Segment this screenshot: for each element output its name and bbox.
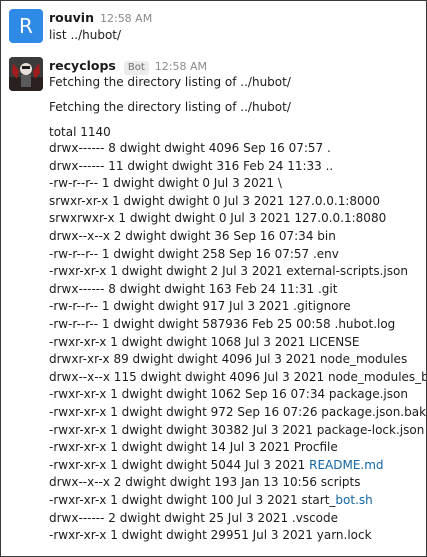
status-line: Fetching the directory listing of ../hub… [49,75,291,89]
listing-row-text: -rw-r--r-- 1 dwight dwight 0 Jul 3 2021 … [49,176,282,190]
bot-author-name[interactable]: recyclops [49,58,116,73]
listing-row: -rwxr-xr-x 1 dwight dwight 1062 Sep 16 0… [49,386,408,402]
listing-row: drwx------ 8 dwight dwight 163 Feb 24 11… [49,281,337,297]
listing-row: -rwxr-xr-x 1 dwight dwight 100 Jul 3 202… [49,492,373,508]
listing-row-text: drwx------ 8 dwight dwight 163 Feb 24 11… [49,282,338,296]
listing-row: drwx--x--x 2 dwight dwight 193 Jan 13 10… [49,474,360,490]
listing-row: -rw-r--r-- 1 dwight dwight 917 Jul 3 202… [49,298,351,314]
listing-row-text: -rwxr-xr-x 1 dwight dwight 2 Jul 3 2021 … [49,264,408,278]
listing-row: -rw-r--r-- 1 dwight dwight 587936 Feb 25… [49,316,395,332]
bot-timestamp[interactable]: 12:58 AM [155,60,207,73]
listing-row-text: -rwxr-xr-x 1 dwight dwight 30382 Jul 3 2… [49,423,425,437]
listing-row: -rwxr-xr-x 1 dwight dwight 29951 Jul 3 2… [49,527,372,543]
listing-row-text: drwx--x--x 2 dwight dwight 193 Jan 13 10… [49,475,361,489]
listing-row-text: srwxr-xr-x 1 dwight dwight 0 Jul 3 2021 … [49,194,380,208]
listing-row: -rw-r--r-- 1 dwight dwight 0 Jul 3 2021 … [49,175,282,191]
listing-row: drwxr-xr-x 89 dwight dwight 4096 Jul 3 2… [49,351,407,367]
listing-row-text: -rwxr-xr-x 1 dwight dwight 1062 Sep 16 0… [49,387,408,401]
listing-row-text: drwx------ 11 dwight dwight 316 Feb 24 1… [49,159,334,173]
listing-row: drwx------ 2 dwight dwight 25 Jul 3 2021… [49,510,338,526]
listing-row: srwxr-xr-x 1 dwight dwight 0 Jul 3 2021 … [49,193,380,209]
listing-row-text: -rwxr-xr-x 1 dwight dwight 972 Sep 16 07… [49,405,427,419]
listing-row: -rwxr-xr-x 1 dwight dwight 972 Sep 16 07… [49,404,426,420]
listing-row-text: drwx------ 2 dwight dwight 25 Jul 3 2021… [49,511,339,525]
user-avatar[interactable]: R [9,9,43,43]
listing-row-text: -rw-r--r-- 1 dwight dwight 587936 Feb 25… [49,317,396,331]
listing-row-text: -rwxr-xr-x 1 dwight dwight 14 Jul 3 2021… [49,440,338,454]
bot-avatar-image [9,57,43,91]
listing-row-text: -rwxr-xr-x 1 dwight dwight 1068 Jul 3 20… [49,335,360,349]
listing-row: -rwxr-xr-x 1 dwight dwight 14 Jul 3 2021… [49,439,338,455]
message-text: list ../hubot/ [49,28,122,42]
listing-row-text: -rwxr-xr-x 1 dwight dwight 100 Jul 3 202… [49,493,336,507]
bot-avatar[interactable] [9,57,43,91]
bot-badge: Bot [123,61,149,75]
listing-row-text: -rwxr-xr-x 1 dwight dwight 29951 Jul 3 2… [49,528,372,542]
listing-row: -rwxr-xr-x 1 dwight dwight 30382 Jul 3 2… [49,422,424,438]
avatar-letter: R [19,14,33,38]
listing-row-text: -rw-r--r-- 1 dwight dwight 258 Sep 16 07… [49,247,339,261]
listing-row: -rwxr-xr-x 1 dwight dwight 5044 Jul 3 20… [49,457,384,473]
listing-row-text: -rwxr-xr-x 1 dwight dwight 5044 Jul 3 20… [49,458,310,472]
listing-row: drwx--x--x 115 dwight dwight 4096 Jul 3 … [49,369,427,385]
listing-row: -rwxr-xr-x 1 dwight dwight 1068 Jul 3 20… [49,334,359,350]
message-header: rouvin 12:58 AM [49,10,152,28]
listing-row-text: drwx--x--x 115 dwight dwight 4096 Jul 3 … [49,370,427,384]
file-link[interactable]: README.md [309,458,383,472]
listing-row: drwx--x--x 2 dwight dwight 36 Sep 16 07:… [49,228,336,244]
chat-window: R rouvin 12:58 AM list ../hubot/ recyclo… [0,0,427,557]
listing-row: drwx------ 8 dwight dwight 4096 Sep 16 0… [49,140,331,156]
listing-row: -rw-r--r-- 1 dwight dwight 258 Sep 16 07… [49,246,339,262]
listing-row: drwx------ 11 dwight dwight 316 Feb 24 1… [49,158,333,174]
listing-row-text: -rw-r--r-- 1 dwight dwight 917 Jul 3 202… [49,299,351,313]
listing-row-text: drwx------ 8 dwight dwight 4096 Sep 16 0… [49,141,331,155]
listing-total: total 1140 [49,125,111,139]
author-name[interactable]: rouvin [49,10,94,25]
listing-row-text: drwx--x--x 2 dwight dwight 36 Sep 16 07:… [49,229,336,243]
status-line: Fetching the directory listing of ../hub… [49,100,291,114]
listing-row-text: drwxr-xr-x 89 dwight dwight 4096 Jul 3 2… [49,352,408,366]
listing-row-text: srwxrwxr-x 1 dwight dwight 0 Jul 3 2021 … [49,211,387,225]
listing-row: srwxrwxr-x 1 dwight dwight 0 Jul 3 2021 … [49,210,386,226]
timestamp[interactable]: 12:58 AM [100,12,152,25]
listing-row: -rwxr-xr-x 1 dwight dwight 2 Jul 3 2021 … [49,263,408,279]
file-link[interactable]: bot.sh [335,493,372,507]
